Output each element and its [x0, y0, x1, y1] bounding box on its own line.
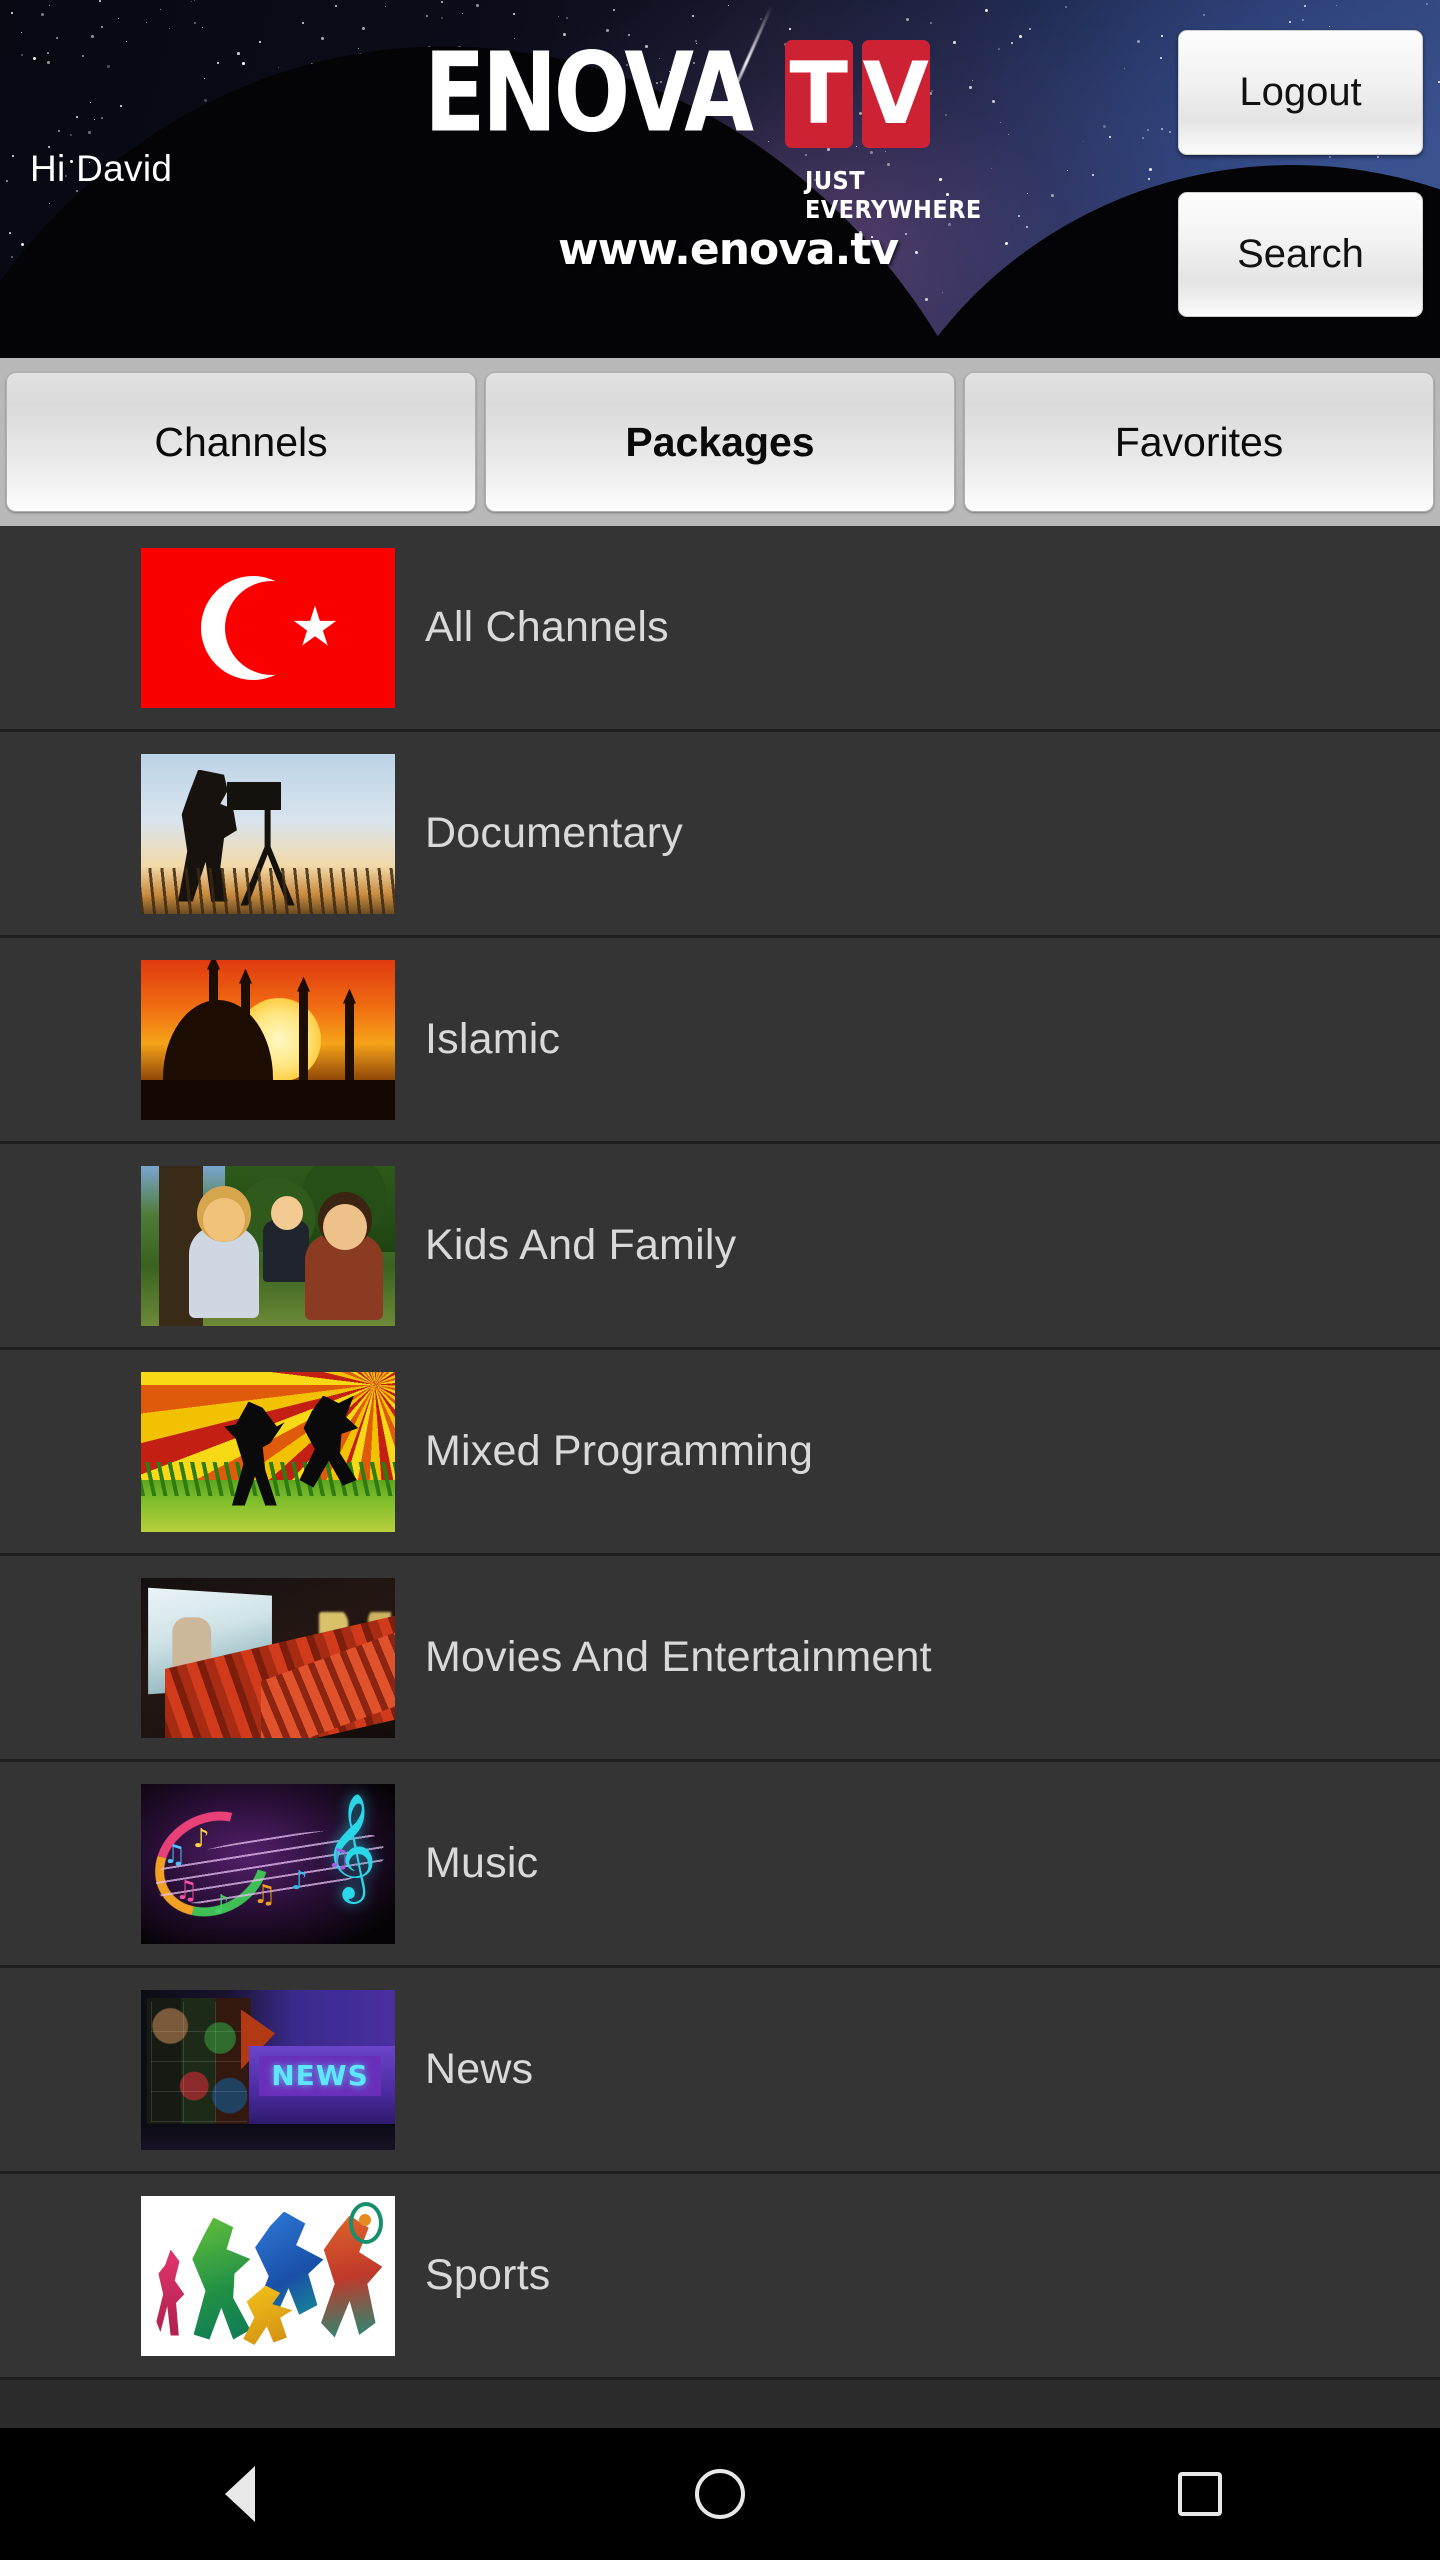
music-note-4: ♪: [291, 1865, 308, 1896]
logo-wordmark: ENOVA: [424, 29, 754, 158]
list-item[interactable]: Islamic: [0, 938, 1440, 1144]
list-item[interactable]: Movies And Entertainment: [0, 1556, 1440, 1762]
turkish-flag-thumbnail: [141, 547, 395, 708]
list-item[interactable]: Documentary: [0, 732, 1440, 938]
mosque-sunset-thumbnail: [141, 959, 395, 1120]
tab-bar: Channels Packages Favorites: [0, 358, 1440, 526]
list-item-label: Islamic: [425, 1015, 561, 1063]
music-note-3: ♫: [253, 1879, 277, 1910]
home-circle-icon: [695, 2469, 745, 2519]
list-item[interactable]: All Channels: [0, 526, 1440, 732]
tab-label: Channels: [154, 418, 328, 465]
tab-packages[interactable]: Packages: [485, 372, 955, 512]
athlete-4: [243, 2285, 293, 2346]
video-wall-tiles: [151, 2001, 247, 2122]
tab-favorites[interactable]: Favorites: [964, 372, 1434, 512]
app-header: Hi David ENOVA T V JUST EVERYWHERE www.e…: [0, 0, 1440, 358]
documentary-photographer-thumbnail: [141, 753, 395, 914]
sports-athletes-thumbnail: [141, 2195, 395, 2356]
tab-channels[interactable]: Channels: [6, 372, 476, 512]
father-head: [323, 1203, 367, 1250]
user-greeting: Hi David: [30, 148, 173, 189]
camera-silhouette: [227, 781, 281, 810]
athlete-2: [192, 2217, 251, 2340]
minaret-2: [241, 981, 250, 1086]
list-item[interactable]: 𝄞 ♫ ♪ ♫ ♪ ♫ ♪ ♫ Music: [0, 1762, 1440, 1968]
music-notes-thumbnail: 𝄞 ♫ ♪ ♫ ♪ ♫ ♪ ♫: [141, 1783, 395, 1944]
logo-tv-box-v: V: [861, 40, 930, 148]
studio-floor: [141, 2123, 395, 2150]
music-note-1: ♫: [175, 1875, 199, 1906]
recents-square-icon: [1178, 2472, 1222, 2516]
logout-button-label: Logout: [1239, 70, 1362, 114]
music-note-7: ♫: [163, 1839, 187, 1870]
logo-tagline: JUST EVERYWHERE: [805, 166, 982, 224]
list-item-label: News: [425, 2045, 534, 2093]
list-item[interactable]: Mixed Programming: [0, 1350, 1440, 1556]
news-sign-text: NEWS: [271, 2059, 369, 2092]
logout-button[interactable]: Logout: [1178, 30, 1423, 155]
skyline-base: [141, 1079, 395, 1120]
enova-tv-logo: ENOVA T V JUST EVERYWHERE www.enova.tv: [424, 29, 1024, 275]
logo-tv-box-t: T: [784, 40, 853, 148]
music-note-2: ♪: [213, 1889, 230, 1920]
family-outdoors-thumbnail: [141, 1165, 395, 1326]
list-item-label: All Channels: [425, 603, 669, 651]
list-item-label: Kids And Family: [425, 1221, 737, 1269]
grass-silhouette: [141, 867, 395, 914]
cinema-theater-thumbnail: [141, 1577, 395, 1738]
news-studio-thumbnail: NEWS: [141, 1989, 395, 2150]
list-item-label: Mixed Programming: [425, 1427, 814, 1475]
list-item[interactable]: Sports: [0, 2174, 1440, 2380]
list-item-label: Movies And Entertainment: [425, 1633, 932, 1681]
child-head: [271, 1195, 303, 1230]
news-sign: NEWS: [259, 2055, 381, 2096]
nav-home-button[interactable]: [480, 2428, 960, 2560]
list-item-label: Music: [425, 1839, 539, 1887]
list-item-label: Sports: [425, 2251, 551, 2299]
nav-recents-button[interactable]: [960, 2428, 1440, 2560]
music-note-5: ♫: [327, 1843, 351, 1874]
tab-label: Favorites: [1114, 418, 1284, 465]
package-list: All Channels Documentary Islamic Kids And F…: [0, 526, 1440, 2380]
list-item[interactable]: NEWS News: [0, 1968, 1440, 2174]
search-button-label: Search: [1237, 232, 1364, 276]
android-navigation-bar: [0, 2428, 1440, 2560]
minaret-1: [209, 967, 218, 1086]
music-note-6: ♪: [193, 1823, 210, 1854]
athlete-1: [156, 2249, 185, 2336]
search-button[interactable]: Search: [1178, 192, 1423, 317]
mother-head: [203, 1197, 245, 1242]
logo-website-url: www.enova.tv: [558, 224, 899, 275]
dancing-silhouettes-thumbnail: [141, 1371, 395, 1532]
minaret-4: [345, 1001, 354, 1086]
app-root: Hi David ENOVA T V JUST EVERYWHERE www.e…: [0, 0, 1440, 2560]
back-triangle-icon: [225, 2466, 255, 2522]
nav-back-button[interactable]: [0, 2428, 480, 2560]
list-item-label: Documentary: [425, 809, 683, 857]
tab-label: Packages: [625, 418, 815, 465]
list-item[interactable]: Kids And Family: [0, 1144, 1440, 1350]
minaret-3: [299, 989, 308, 1086]
ball-icon: [359, 2213, 371, 2226]
